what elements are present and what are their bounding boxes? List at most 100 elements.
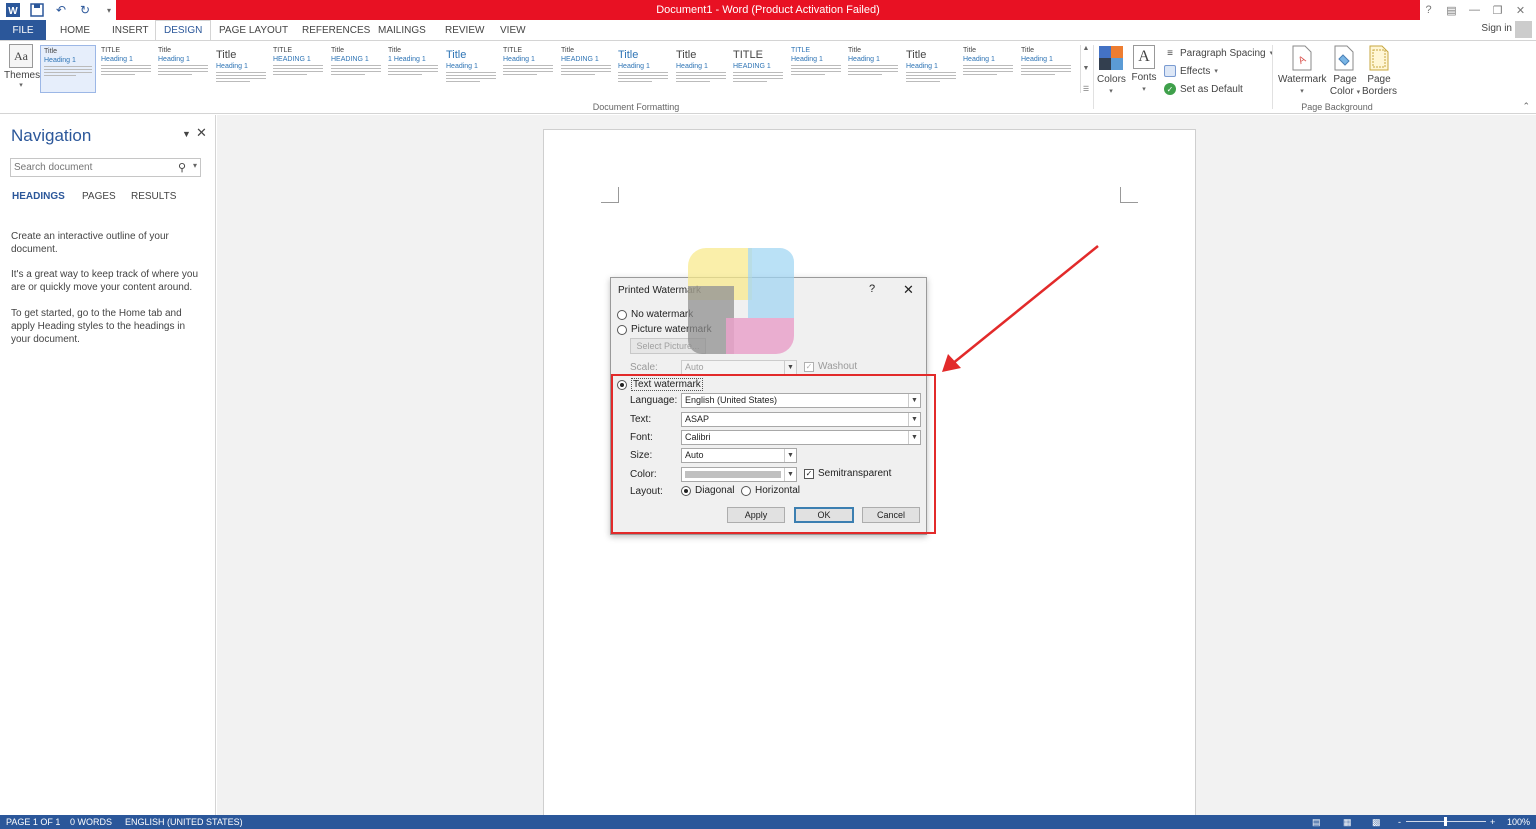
tab-design[interactable]: DESIGN — [155, 20, 212, 40]
style-set-item[interactable]: Title Heading 1 — [673, 45, 729, 93]
tab-review[interactable]: REVIEW — [437, 20, 492, 40]
zoom-out-button[interactable]: - — [1398, 817, 1401, 827]
style-set-item[interactable]: TITLE Heading 1 — [500, 45, 556, 93]
style-set-item[interactable]: TITLE Heading 1 — [98, 45, 154, 93]
redo-icon[interactable]: ↻ — [76, 1, 94, 19]
themes-button[interactable]: Aa Themes ▾ — [4, 44, 40, 96]
word-app-icon[interactable]: W — [4, 1, 22, 19]
tab-insert[interactable]: INSERT — [104, 20, 157, 40]
zoom-slider-thumb[interactable] — [1444, 817, 1447, 826]
style-set-item[interactable]: Title HEADING 1 — [558, 45, 614, 93]
style-set-heading: HEADING 1 — [733, 63, 771, 70]
style-set-item[interactable]: Title Heading 1 — [155, 45, 211, 93]
gallery-scroll[interactable]: ▲ ▼ ☰ — [1080, 45, 1091, 93]
gallery-down-icon[interactable]: ▼ — [1083, 65, 1090, 72]
style-set-heading: Heading 1 — [101, 56, 133, 63]
watermark-label: Watermark — [1278, 74, 1327, 85]
read-mode-icon[interactable]: ▤ — [1312, 817, 1321, 828]
style-set-title: TITLE — [273, 47, 293, 54]
style-set-heading: Heading 1 — [503, 56, 535, 63]
undo-icon[interactable]: ↶ — [52, 1, 70, 19]
style-set-item[interactable]: Title HEADING 1 — [328, 45, 384, 93]
paragraph-spacing-button[interactable]: ≡ Paragraph Spacing ▾ — [1164, 45, 1273, 61]
no-watermark-option[interactable]: No watermark — [617, 309, 693, 320]
search-icon[interactable]: ⚲ — [178, 161, 186, 174]
gallery-up-icon[interactable]: ▲ — [1083, 45, 1090, 52]
no-watermark-radio[interactable] — [617, 309, 627, 320]
nav-close-icon[interactable]: ✕ — [196, 125, 207, 141]
colors-button[interactable]: Colors ▾ — [1097, 45, 1126, 98]
style-set-text-line — [676, 78, 726, 79]
tab-results[interactable]: RESULTS — [131, 191, 176, 202]
style-set-item[interactable]: Title Heading 1 — [960, 45, 1016, 93]
nav-help-text-1: Create an interactive outline of your do… — [11, 231, 169, 255]
zoom-in-button[interactable]: + — [1490, 817, 1495, 827]
avatar[interactable] — [1515, 21, 1532, 38]
style-set-item[interactable]: TITLE HEADING 1 — [270, 45, 326, 93]
style-set-gallery: Title Heading 1 TITLE Heading 1 Title Heading… — [40, 45, 1092, 95]
style-set-item[interactable]: TITLE Heading 1 — [788, 45, 844, 93]
dialog-close-icon[interactable]: ✕ — [903, 282, 914, 298]
picture-watermark-radio[interactable] — [617, 324, 627, 335]
restore-icon[interactable]: ❐ — [1486, 0, 1509, 20]
language-indicator[interactable]: ENGLISH (UNITED STATES) — [125, 817, 243, 827]
search-dropdown-icon[interactable]: ▾ — [193, 161, 197, 170]
tab-pages[interactable]: PAGES — [82, 191, 116, 202]
effects-icon — [1164, 65, 1176, 77]
page-borders-button[interactable]: Page Borders — [1362, 45, 1397, 98]
style-set-item[interactable]: Title Heading 1 — [903, 45, 959, 93]
tab-headings[interactable]: HEADINGS — [12, 191, 65, 202]
page-count[interactable]: PAGE 1 OF 1 — [6, 817, 60, 827]
tab-page-layout[interactable]: PAGE LAYOUT — [211, 20, 296, 40]
style-set-text-line — [561, 74, 595, 75]
collapse-ribbon-icon[interactable]: ⌃ — [1522, 101, 1530, 112]
page-color-button[interactable]: Page Color ▾ — [1328, 45, 1362, 99]
word-count[interactable]: 0 WORDS — [70, 817, 112, 827]
style-set-title: Title — [446, 49, 467, 61]
style-set-heading: Heading 1 — [848, 56, 880, 63]
window-controls: ? ▤ — ❐ ✕ — [1417, 0, 1532, 20]
tab-references[interactable]: REFERENCES — [294, 20, 378, 40]
watermark-button[interactable]: A Watermark ▾ — [1278, 45, 1327, 98]
tab-view[interactable]: VIEW — [492, 20, 534, 40]
style-set-item[interactable]: Title Heading 1 — [40, 45, 96, 93]
style-set-text-line — [963, 74, 997, 75]
save-icon[interactable] — [28, 1, 46, 19]
fonts-button[interactable]: A Fonts ▾ — [1131, 45, 1157, 96]
style-set-title: Title — [331, 47, 344, 54]
chevron-down-icon: ▼ — [784, 361, 796, 374]
help-icon[interactable]: ? — [1417, 0, 1440, 20]
zoom-level[interactable]: 100% — [1507, 817, 1530, 827]
style-set-item[interactable]: Title Heading 1 — [845, 45, 901, 93]
print-layout-icon[interactable]: ▦ — [1343, 817, 1352, 828]
web-layout-icon[interactable]: ▩ — [1372, 817, 1381, 828]
style-set-item[interactable]: Title Heading 1 — [615, 45, 671, 93]
tab-home[interactable]: HOME — [52, 20, 98, 40]
set-as-default-label: Set as Default — [1180, 83, 1243, 95]
style-set-item[interactable]: Title Heading 1 — [213, 45, 269, 93]
ribbon-display-icon[interactable]: ▤ — [1440, 0, 1463, 20]
page-color-label-1: Page — [1333, 74, 1357, 85]
style-set-text-line — [906, 78, 956, 79]
style-set-text-line — [963, 71, 1013, 72]
close-window-icon[interactable]: ✕ — [1509, 0, 1532, 20]
minimize-icon[interactable]: — — [1463, 0, 1486, 20]
style-set-heading: Heading 1 — [1021, 56, 1053, 63]
style-set-text-line — [273, 71, 323, 72]
search-input[interactable] — [11, 159, 171, 176]
style-set-item[interactable]: Title Heading 1 — [1018, 45, 1074, 93]
effects-button[interactable]: Effects ▾ — [1164, 63, 1218, 79]
dialog-help-button[interactable]: ? — [869, 283, 875, 295]
style-set-text-line — [791, 68, 841, 69]
nav-options-icon[interactable]: ▼ — [182, 129, 191, 139]
style-set-title: TITLE — [791, 47, 811, 54]
tab-file[interactable]: FILE — [0, 20, 46, 40]
gallery-more-icon[interactable]: ☰ — [1083, 85, 1089, 93]
tab-mailings[interactable]: MAILINGS — [370, 20, 434, 40]
set-as-default-button[interactable]: ✓ Set as Default — [1164, 81, 1243, 97]
sign-in-link[interactable]: Sign in — [1481, 23, 1512, 34]
style-set-item[interactable]: TITLE HEADING 1 — [730, 45, 786, 93]
style-set-item[interactable]: Title Heading 1 — [443, 45, 499, 93]
style-set-item[interactable]: Title 1 Heading 1 — [385, 45, 441, 93]
check-icon: ✓ — [1164, 83, 1176, 95]
